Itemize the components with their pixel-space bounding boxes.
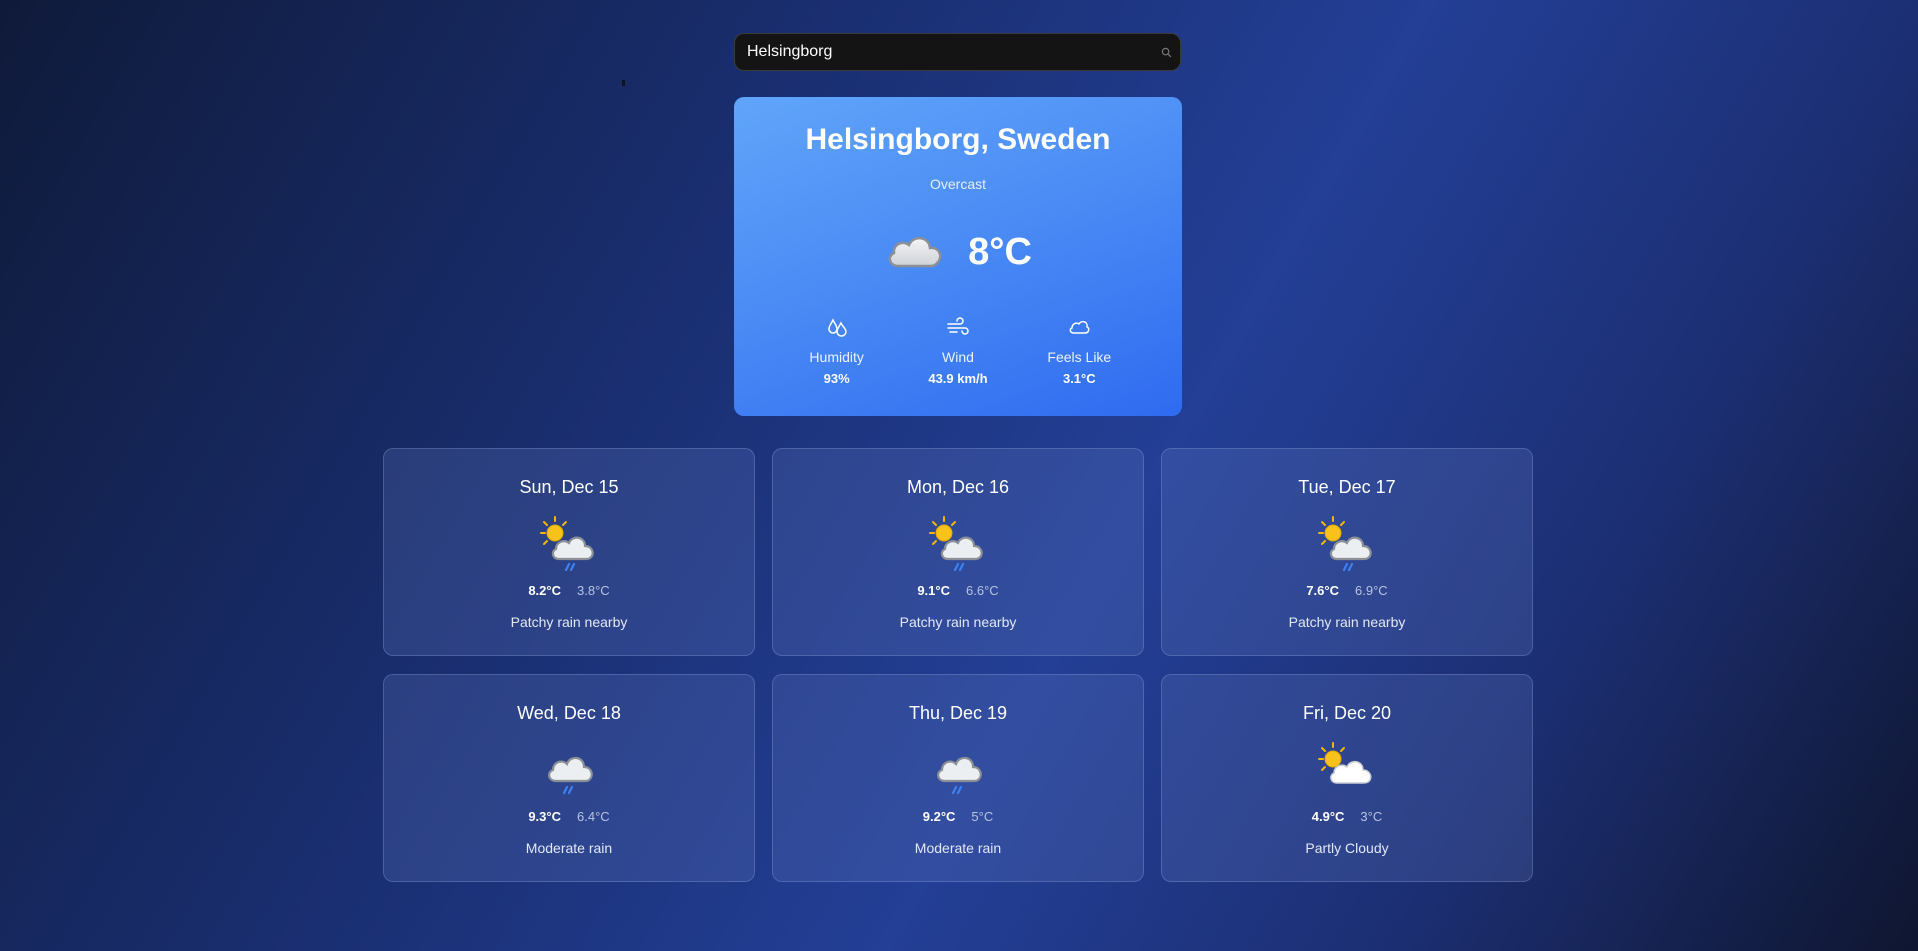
forecast-date: Sun, Dec 15	[519, 477, 619, 497]
forecast-card[interactable]: Wed, Dec 18 9.3°C 6.4°C Moderate rain	[383, 674, 755, 882]
sun-cloud-rain-icon	[1162, 515, 1532, 573]
location-title: Helsingborg, Sweden	[805, 123, 1111, 156]
forecast-condition: Partly Cloudy	[1305, 840, 1389, 856]
sun-cloud-icon	[1162, 741, 1532, 799]
forecast-temps: 4.9°C 3°C	[1162, 809, 1532, 824]
cloud-rain-icon	[773, 741, 1143, 799]
forecast-low: 6.4°C	[577, 809, 610, 824]
forecast-condition: Patchy rain nearby	[899, 614, 1017, 630]
forecast-low: 6.9°C	[1355, 583, 1388, 598]
stat-humidity: Humidity 93%	[782, 315, 892, 386]
current-temperature: 8°C	[968, 230, 1032, 273]
forecast-temps: 8.2°C 3.8°C	[384, 583, 754, 598]
forecast-high: 9.3°C	[528, 809, 561, 824]
forecast-high: 9.2°C	[922, 809, 956, 824]
forecast-high: 7.6°C	[1306, 583, 1339, 598]
stat-wind: Wind 43.9 km/h	[903, 315, 1013, 386]
weather-app: Helsingborg, Sweden Overcast 8°C	[0, 0, 1918, 951]
forecast-date: Tue, Dec 17	[1298, 477, 1396, 497]
current-weather-card: Helsingborg, Sweden Overcast 8°C Humidit…	[734, 97, 1182, 416]
forecast-high: 4.9°C	[1311, 809, 1345, 824]
stat-label: Feels Like	[1047, 349, 1112, 365]
humidity-icon	[826, 315, 848, 339]
forecast-condition: Moderate rain	[525, 840, 613, 856]
stat-value: 93%	[823, 371, 850, 386]
forecast-card[interactable]: Fri, Dec 20 4.9°C 3°C Partly Cloudy	[1161, 674, 1533, 882]
cloud-icon	[884, 228, 946, 277]
forecast-low: 6.6°C	[966, 583, 999, 598]
search-input[interactable]	[735, 34, 1152, 70]
forecast-high: 9.1°C	[917, 583, 950, 598]
forecast-card[interactable]: Thu, Dec 19 9.2°C 5°C Moderate rain	[772, 674, 1144, 882]
feels-like-cloud-icon	[1067, 315, 1091, 339]
forecast-temps: 9.2°C 5°C	[773, 809, 1143, 824]
current-temp-row: 8°C	[734, 217, 1182, 287]
search-bar[interactable]	[734, 33, 1181, 71]
forecast-condition: Patchy rain nearby	[1288, 614, 1406, 630]
forecast-card[interactable]: Sun, Dec 15 8.2°C 3.8°C Patchy rain near…	[383, 448, 755, 656]
forecast-low: 5°C	[971, 809, 994, 824]
forecast-low: 3.8°C	[577, 583, 610, 598]
cursor-artifact	[622, 80, 625, 86]
search-icon[interactable]	[1152, 34, 1180, 70]
forecast-temps: 7.6°C 6.9°C	[1162, 583, 1532, 598]
forecast-date: Thu, Dec 19	[908, 703, 1008, 723]
forecast-temps: 9.1°C 6.6°C	[773, 583, 1143, 598]
stat-feels-like: Feels Like 3.1°C	[1024, 315, 1134, 386]
stat-label: Wind	[942, 349, 974, 365]
stat-label: Humidity	[809, 349, 864, 365]
current-stats: Humidity 93% Wind 43.9 km/h Feels Like 3…	[734, 315, 1182, 386]
forecast-grid: Sun, Dec 15 8.2°C 3.8°C Patchy rain near…	[383, 448, 1534, 882]
sun-cloud-rain-icon	[773, 515, 1143, 573]
forecast-date: Mon, Dec 16	[906, 477, 1010, 497]
sun-cloud-rain-icon	[384, 515, 754, 573]
forecast-card[interactable]: Mon, Dec 16 9.1°C 6.6°C Patchy rain near…	[772, 448, 1144, 656]
forecast-high: 8.2°C	[528, 583, 561, 598]
forecast-condition: Patchy rain nearby	[510, 614, 628, 630]
stat-value: 43.9 km/h	[928, 371, 988, 386]
wind-icon	[946, 315, 970, 339]
forecast-card[interactable]: Tue, Dec 17 7.6°C 6.9°C Patchy rain near…	[1161, 448, 1533, 656]
forecast-condition: Moderate rain	[914, 840, 1002, 856]
current-condition: Overcast	[929, 176, 986, 192]
forecast-date: Wed, Dec 18	[517, 703, 621, 723]
forecast-temps: 9.3°C 6.4°C	[384, 809, 754, 824]
forecast-date: Fri, Dec 20	[1302, 703, 1392, 723]
stat-value: 3.1°C	[1062, 371, 1096, 386]
cloud-rain-icon	[384, 741, 754, 799]
forecast-low: 3°C	[1360, 809, 1383, 824]
